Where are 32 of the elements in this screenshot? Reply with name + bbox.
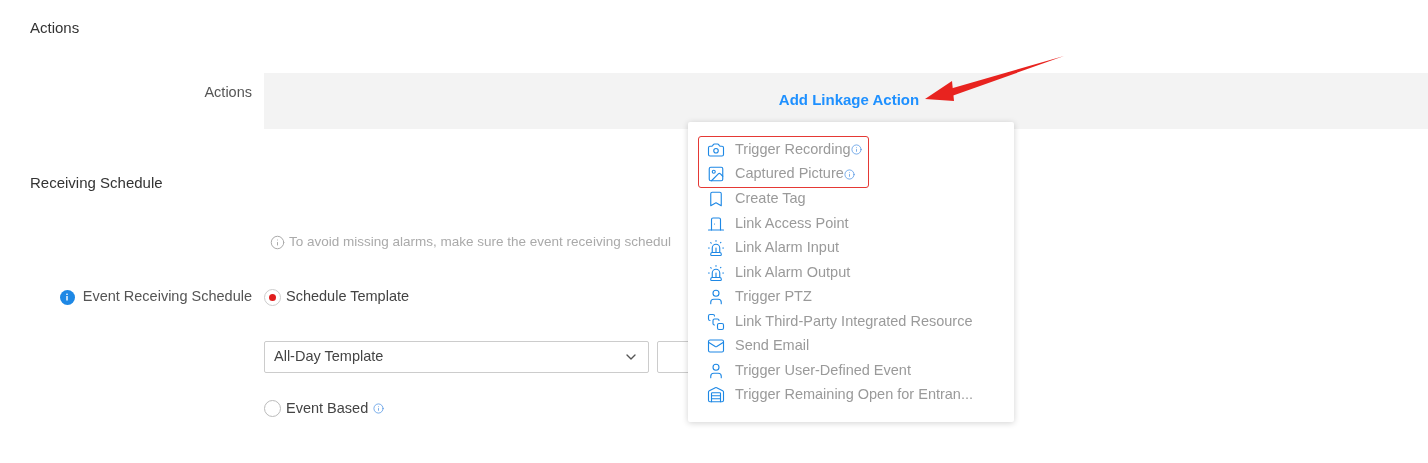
field-label: Actions: [204, 83, 252, 102]
info-icon: [59, 289, 75, 305]
menu-item[interactable]: Trigger Recording: [707, 137, 868, 162]
menu-item[interactable]: Trigger Remaining Open for Entran...: [707, 383, 1014, 408]
bookmark-icon: [707, 190, 725, 209]
menu-item[interactable]: Link Third-Party Integrated Resource: [707, 309, 1014, 334]
radio-option[interactable]: Schedule Template: [264, 286, 410, 308]
person-icon: [707, 288, 725, 307]
door-icon: [707, 214, 725, 233]
camera-icon: [707, 140, 725, 159]
menu-item[interactable]: Link Access Point: [707, 211, 1014, 236]
squares-icon: [707, 312, 725, 331]
field-label: Event Receiving Schedule: [82, 287, 252, 307]
image-icon: [707, 165, 725, 184]
hint-text: To avoid missing alarms, make sure the event receiving schedul: [289, 233, 671, 251]
menu-item[interactable]: Send Email: [707, 334, 1014, 359]
menu-item[interactable]: Trigger PTZ: [707, 285, 1014, 310]
siren-icon: [707, 263, 725, 282]
menu-item[interactable]: Trigger User-Defined Event: [707, 358, 1014, 383]
menu-item[interactable]: Captured Picture: [707, 162, 868, 187]
mail-icon: [707, 337, 725, 356]
menu-item[interactable]: Create Tag: [707, 187, 1014, 212]
siren-icon: [707, 239, 725, 258]
section-heading: Actions: [30, 18, 80, 37]
add-linkage-action-link[interactable]: Add Linkage Action: [778, 88, 920, 111]
menu-item[interactable]: Link Alarm Output: [707, 260, 1014, 285]
person-icon: [707, 361, 725, 380]
template-select[interactable]: All-Day Template: [264, 341, 649, 373]
menu-item[interactable]: Link Alarm Input: [707, 236, 1014, 261]
section-heading: Receiving Schedule: [30, 173, 163, 192]
garage-icon: [707, 386, 725, 405]
info-icon: [270, 234, 285, 250]
